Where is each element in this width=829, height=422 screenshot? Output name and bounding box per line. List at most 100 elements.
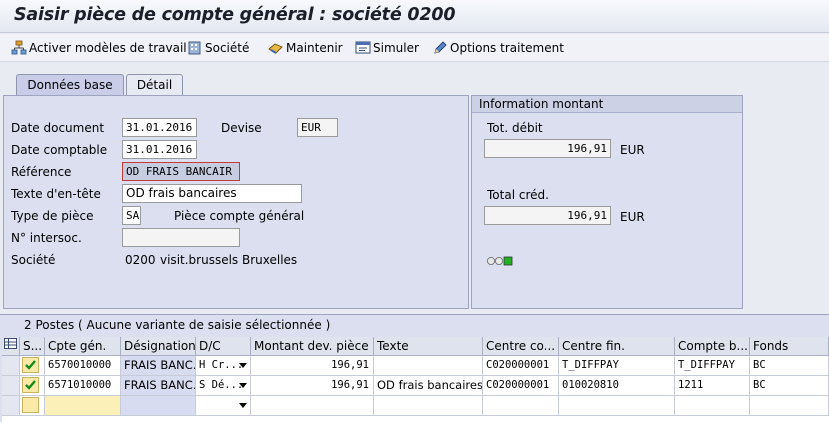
document-date-label: Date document	[11, 121, 105, 135]
column-header-amount[interactable]: Montant dev. pièce	[251, 337, 374, 356]
simulate-icon	[355, 40, 371, 56]
total-credit-currency: EUR	[620, 210, 645, 224]
hold-icon	[268, 40, 284, 56]
table-settings-icon[interactable]	[2, 337, 20, 356]
header-text-label: Texte d'en-tête	[11, 187, 101, 201]
processing-options-label: Options traitement	[450, 41, 564, 55]
account-input[interactable]	[45, 396, 121, 416]
posting-date-label: Date comptable	[11, 143, 108, 157]
company-label: Société	[205, 41, 250, 55]
tree-icon	[11, 40, 27, 56]
fund-center-cell[interactable]: 010020810	[559, 376, 675, 396]
currency-label: Devise	[221, 121, 262, 135]
designation-cell: FRAIS BANC...	[121, 356, 196, 376]
basic-data-panel: Date document 31.01.2016 Devise EUR Date…	[3, 95, 469, 309]
amount-cell[interactable]: 196,91	[251, 356, 374, 376]
traffic-light-icon	[487, 255, 517, 266]
status-cell	[20, 356, 45, 376]
company-button[interactable]: Société	[187, 39, 249, 57]
column-header-designation[interactable]: Désignation	[121, 337, 196, 356]
column-header-text[interactable]: Texte	[374, 337, 483, 356]
company-code-label: Société	[11, 253, 56, 267]
row-selector[interactable]	[2, 396, 20, 416]
column-header-budget-account[interactable]: Compte b...	[675, 337, 750, 356]
budget-account-input[interactable]	[675, 396, 750, 416]
checkmark-icon	[22, 357, 39, 373]
document-type-label: Type de pièce	[11, 209, 94, 223]
currency-field[interactable]: EUR	[297, 118, 338, 137]
empty-status-box	[22, 397, 39, 413]
status-cell	[20, 376, 45, 396]
amount-information-header: Information montant	[472, 96, 742, 113]
chevron-down-icon	[239, 363, 247, 368]
debit-credit-dropdown[interactable]	[196, 396, 251, 416]
account-cell[interactable]: 6570010000	[45, 356, 121, 376]
page-title: Saisir pièce de compte général : société…	[14, 5, 456, 25]
fund-center-input[interactable]	[559, 396, 675, 416]
column-header-status[interactable]: S...	[20, 337, 45, 356]
budget-account-cell[interactable]: 1211	[675, 376, 750, 396]
amount-cell[interactable]: 196,91	[251, 376, 374, 396]
debit-credit-value: H Cr...	[199, 359, 244, 371]
column-header-account[interactable]: Cpte gén.	[45, 337, 121, 356]
reference-label: Référence	[11, 165, 72, 179]
reference-field[interactable]: OD FRAIS BANCAIR	[122, 162, 240, 181]
debit-credit-value: S Dé...	[199, 379, 244, 391]
activate-templates-button[interactable]: Activer modèles de travail	[11, 39, 187, 57]
row-selector[interactable]	[2, 356, 20, 376]
amount-input[interactable]	[251, 396, 374, 416]
column-header-fund[interactable]: Fonds	[750, 337, 829, 356]
pencil-icon	[432, 40, 448, 56]
cost-center-cell[interactable]: C020000001	[483, 376, 559, 396]
fund-cell[interactable]: BC	[750, 356, 829, 376]
chevron-down-icon	[239, 403, 247, 408]
processing-options-button[interactable]: Options traitement	[432, 39, 564, 57]
status-cell	[20, 396, 45, 416]
account-cell[interactable]: 6571010000	[45, 376, 121, 396]
fund-cell[interactable]: BC	[750, 376, 829, 396]
line-items-title: 2 Postes ( Aucune variante de saisie sél…	[24, 318, 331, 332]
total-debit-field: 196,91	[484, 139, 611, 158]
text-cell[interactable]	[374, 356, 483, 376]
total-credit-field: 196,91	[484, 206, 611, 225]
hold-button[interactable]: Maintenir	[268, 39, 343, 57]
checkmark-icon	[22, 377, 39, 393]
text-input[interactable]	[374, 396, 483, 416]
cost-center-input[interactable]	[483, 396, 559, 416]
simulate-label: Simuler	[373, 41, 419, 55]
tab-basic-data[interactable]: Données base	[16, 74, 124, 96]
total-debit-label: Tot. débit	[487, 121, 543, 135]
column-header-fund-center[interactable]: Centre fin.	[559, 337, 675, 356]
header-text-field[interactable]: OD frais bancaires	[122, 184, 302, 203]
designation-cell	[121, 396, 196, 416]
debit-credit-dropdown[interactable]: S Dé...	[196, 376, 251, 396]
application-toolbar: Activer modèles de travail Société Maint…	[0, 34, 829, 62]
activate-templates-label: Activer modèles de travail	[29, 41, 187, 55]
tab-detail[interactable]: Détail	[126, 74, 183, 96]
company-name: visit.brussels Bruxelles	[160, 253, 298, 267]
total-credit-label: Total créd.	[487, 188, 549, 202]
fund-center-cell[interactable]: T_DIFFPAY	[559, 356, 675, 376]
line-items-section: 2 Postes ( Aucune variante de saisie sél…	[0, 314, 829, 422]
cost-center-cell[interactable]: C020000001	[483, 356, 559, 376]
debit-credit-dropdown[interactable]: H Cr...	[196, 356, 251, 376]
designation-cell: FRAIS BANC...	[121, 376, 196, 396]
column-header-debit-credit[interactable]: D/C	[196, 337, 251, 356]
chevron-down-icon	[239, 383, 247, 388]
budget-account-cell[interactable]: T_DIFFPAY	[675, 356, 750, 376]
row-selector[interactable]	[2, 376, 20, 396]
building-icon	[187, 40, 203, 56]
fund-input[interactable]	[750, 396, 829, 416]
simulate-button[interactable]: Simuler	[355, 39, 419, 57]
text-cell[interactable]: OD frais bancaires	[374, 376, 483, 396]
company-code-value: 0200	[125, 253, 156, 267]
amount-information-panel: Information montant Tot. débit 196,91 EU…	[471, 95, 743, 309]
column-header-cost-center[interactable]: Centre co...	[483, 337, 559, 356]
total-debit-currency: EUR	[620, 143, 645, 157]
title-bar: Saisir pièce de compte général : société…	[0, 0, 829, 33]
document-date-field[interactable]: 31.01.2016	[122, 118, 197, 137]
intercompany-field[interactable]	[122, 228, 240, 247]
document-type-field[interactable]: SA	[122, 206, 141, 225]
intercompany-label: N° intersoc.	[11, 231, 82, 245]
posting-date-field[interactable]: 31.01.2016	[122, 140, 197, 159]
